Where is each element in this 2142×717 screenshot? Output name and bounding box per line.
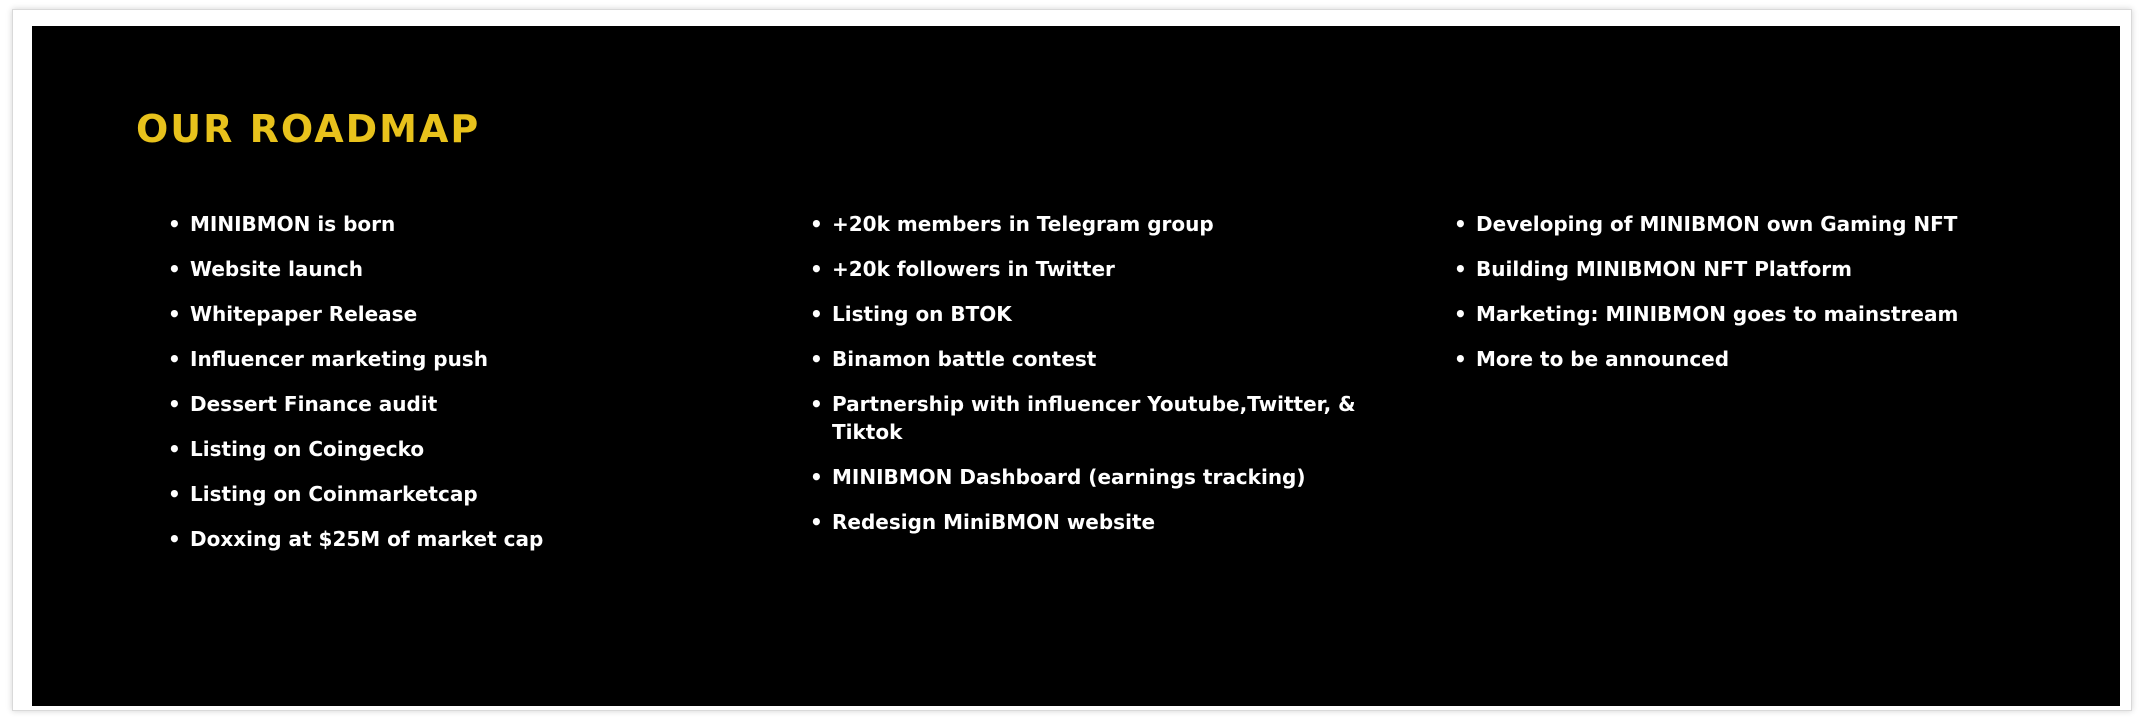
bullet-icon: • <box>168 212 181 236</box>
roadmap-item: • MINIBMON is born <box>168 212 396 236</box>
bullet-icon: • <box>810 465 823 489</box>
bullet-icon: • <box>168 302 181 326</box>
roadmap-item: • Website launch <box>168 257 363 281</box>
roadmap-item: • Partnership with influencer Youtube,Twi… <box>810 392 1356 444</box>
roadmap-item: • Listing on Coingecko <box>168 437 425 461</box>
bullet-icon: • <box>810 212 823 236</box>
roadmap-column-3: • Developing of MINIBMON own Gaming NFT •… <box>1454 210 2094 390</box>
bullet-icon: • <box>168 482 181 506</box>
roadmap-item: • More to be announced <box>1454 347 1730 371</box>
bullet-icon: • <box>168 257 181 281</box>
roadmap-item: • +20k members in Telegram group <box>810 212 1214 236</box>
roadmap-title: OUR ROADMAP <box>136 107 481 151</box>
roadmap-item: • Dessert Finance audit <box>168 392 438 416</box>
bullet-icon: • <box>1454 257 1467 281</box>
bullet-icon: • <box>810 510 823 534</box>
bullet-icon: • <box>168 392 181 416</box>
bullet-icon: • <box>1454 212 1467 236</box>
bullet-icon: • <box>1454 347 1467 371</box>
bullet-icon: • <box>810 392 823 416</box>
roadmap-item: • +20k followers in Twitter <box>810 257 1115 281</box>
roadmap-column-1: • MINIBMON is born • Website launch • Whit… <box>168 210 788 570</box>
roadmap-item: • Binamon battle contest <box>810 347 1097 371</box>
roadmap-item: • Doxxing at $25M of market cap <box>168 527 544 551</box>
roadmap-item: • Listing on Coinmarketcap <box>168 482 478 506</box>
roadmap-item: • Redesign MiniBMON website <box>810 510 1156 534</box>
roadmap-item: • Building MINIBMON NFT Platform <box>1454 257 1852 281</box>
roadmap-column-2: • +20k members in Telegram group • +20k fo… <box>810 210 1450 553</box>
roadmap-item: • Influencer marketing push <box>168 347 488 371</box>
bullet-icon: • <box>168 527 181 551</box>
bullet-icon: • <box>810 257 823 281</box>
roadmap-item: • MINIBMON Dashboard (earnings tracking) <box>810 465 1306 489</box>
roadmap-item: • Whitepaper Release <box>168 302 418 326</box>
roadmap-item: • Developing of MINIBMON own Gaming NFT <box>1454 212 1958 236</box>
bullet-icon: • <box>1454 302 1467 326</box>
bullet-icon: • <box>168 437 181 461</box>
bullet-icon: • <box>168 347 181 371</box>
roadmap-item: • Listing on BTOK <box>810 302 1012 326</box>
bullet-icon: • <box>810 302 823 326</box>
roadmap-item: • Marketing: MINIBMON goes to mainstream <box>1454 302 1959 326</box>
bullet-icon: • <box>810 347 823 371</box>
